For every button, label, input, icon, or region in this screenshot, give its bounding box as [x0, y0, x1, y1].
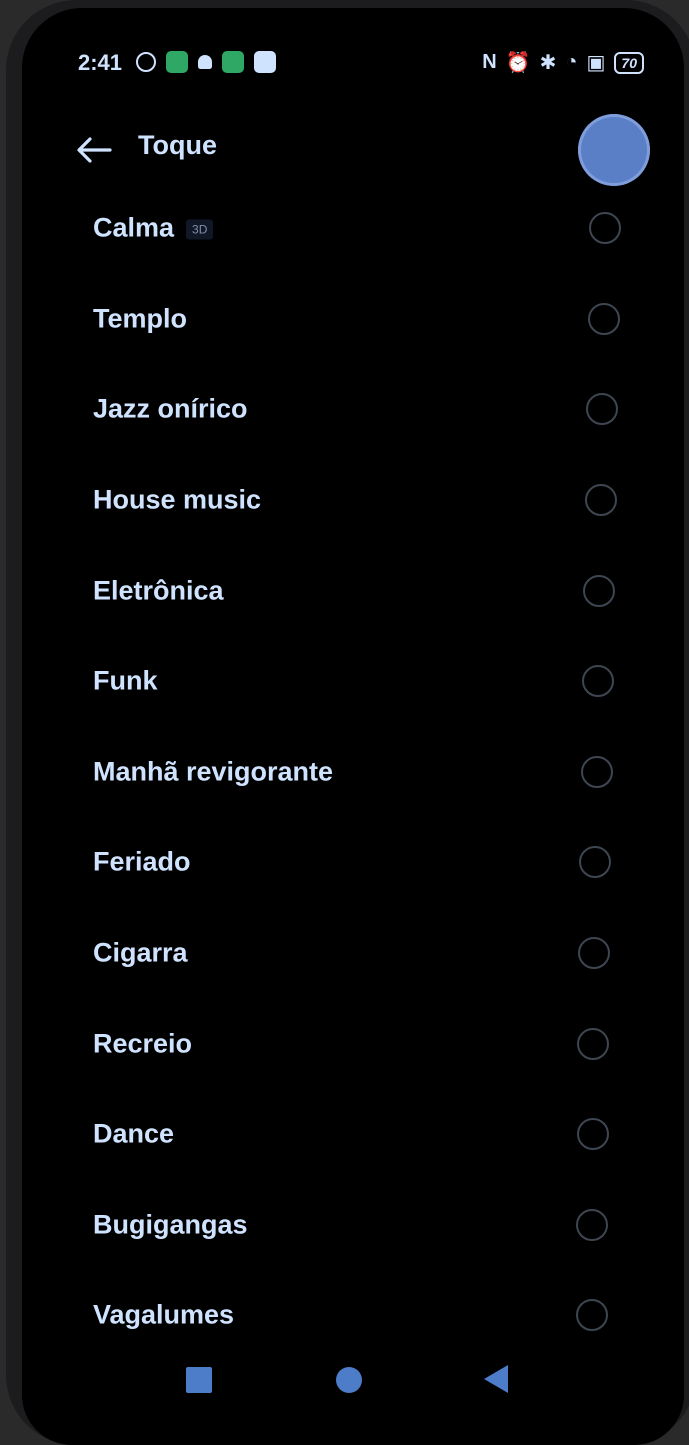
ringtone-row[interactable]: Vagalumes: [22, 1270, 684, 1361]
battery-indicator: 70: [614, 51, 644, 74]
radio-button[interactable]: [578, 937, 610, 970]
ringtone-label: Jazz onírico: [93, 393, 248, 424]
android-icon: [198, 55, 212, 69]
3d-badge: 3D: [186, 219, 214, 240]
navigation-bar: [22, 1355, 684, 1445]
ringtone-label: Bugigangas: [93, 1209, 248, 1240]
ringtone-label: Eletrônica: [93, 575, 224, 606]
ringtone-label: Feriado: [93, 846, 191, 877]
home-icon[interactable]: [336, 1367, 362, 1393]
status-bar: 2:41 N ⏰ ✱ ◔ ▣ 70: [22, 8, 684, 118]
ringtone-label: Calma 3D: [93, 213, 214, 244]
page-title: Toque: [138, 130, 217, 160]
radio-button[interactable]: [583, 574, 615, 607]
back-triangle-icon[interactable]: [484, 1365, 508, 1393]
radio-button[interactable]: [577, 1118, 609, 1151]
radio-button[interactable]: [576, 1299, 608, 1332]
radio-button[interactable]: [585, 484, 617, 517]
status-left-icons: [136, 51, 276, 73]
ringtone-row[interactable]: Funk: [22, 636, 684, 727]
ringtone-row[interactable]: Manhã revigorante: [22, 727, 684, 818]
radio-button[interactable]: [576, 1208, 608, 1241]
ringtone-row[interactable]: House music: [22, 455, 684, 546]
radio-button[interactable]: [579, 846, 611, 879]
ringtone-row[interactable]: Feriado: [22, 817, 684, 908]
nfc-icon: N: [482, 51, 497, 73]
ringtone-label: Recreio: [93, 1028, 193, 1059]
ringtone-label: Manhã revigorante: [93, 756, 334, 787]
floating-avatar[interactable]: [578, 114, 650, 186]
ringtone-label: Dance: [93, 1118, 175, 1149]
ringtone-list: Calma 3D Templo Jazz onírico House music Elet…: [22, 183, 684, 1361]
recents-icon[interactable]: [186, 1367, 212, 1393]
radio-button[interactable]: [589, 212, 621, 245]
ringtone-label: Cigarra: [93, 937, 188, 968]
sim-icon: ▣: [586, 52, 606, 74]
ringtone-row[interactable]: Eletrônica: [22, 545, 684, 636]
wifi-icon: ◔: [565, 51, 578, 73]
ringtone-label: Funk: [93, 665, 158, 696]
arrow-left-icon[interactable]: [74, 130, 114, 170]
message-icon: [254, 51, 276, 73]
status-time: 2:41: [78, 50, 123, 75]
bluetooth-icon: ✱: [539, 52, 557, 74]
settings-gear-icon: [136, 52, 156, 72]
ringtone-row[interactable]: Cigarra: [22, 908, 684, 999]
ringtone-row[interactable]: Dance: [22, 1089, 684, 1180]
alarm-icon: ⏰: [505, 52, 531, 74]
radio-button[interactable]: [581, 755, 613, 788]
ringtone-row[interactable]: Calma 3D: [22, 183, 684, 274]
ringtone-row[interactable]: Jazz onírico: [22, 364, 684, 455]
ringtone-row[interactable]: Bugigangas: [22, 1180, 684, 1271]
ringtone-label: House music: [93, 484, 262, 515]
radio-button[interactable]: [582, 665, 614, 698]
radio-button[interactable]: [577, 1027, 609, 1060]
phone-screen: 2:41 N ⏰ ✱ ◔ ▣ 70 Toque Calma 3D Templo Jaz…: [22, 8, 684, 1445]
radio-button[interactable]: [588, 302, 620, 335]
ringtone-row[interactable]: Templo: [22, 274, 684, 365]
status-right-icons: N ⏰ ✱ ◔ ▣ 70: [482, 50, 644, 75]
radio-button[interactable]: [586, 393, 618, 426]
green-grid-app-icon: [166, 51, 188, 73]
green-app-icon: [222, 51, 244, 73]
ringtone-label: Vagalumes: [93, 1299, 235, 1330]
ringtone-label: Templo: [93, 303, 187, 334]
ringtone-row[interactable]: Recreio: [22, 998, 684, 1089]
